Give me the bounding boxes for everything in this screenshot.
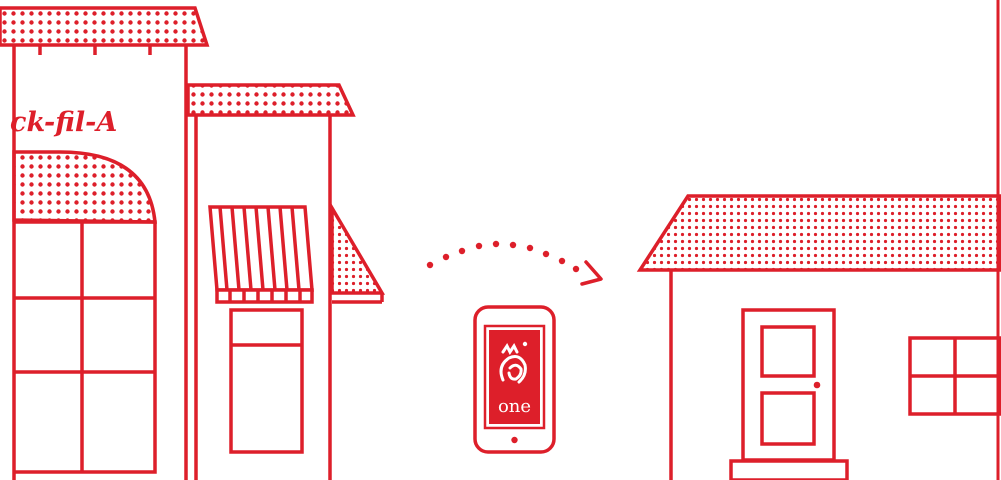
restaurant-tower: [0, 6, 210, 480]
dotted-arrow-icon: [426, 240, 603, 286]
app-label: one: [498, 396, 531, 417]
window-frame: [14, 220, 157, 474]
restaurant-sign: ck-fil-A: [10, 107, 117, 138]
annex-roof: [186, 83, 356, 117]
side-awning: [330, 201, 386, 295]
house: [636, 194, 1001, 480]
arched-window: [12, 150, 157, 474]
home-button: [511, 436, 518, 444]
house-door: [741, 308, 836, 462]
tower-roof: [0, 6, 210, 47]
door-knob: [813, 381, 821, 389]
phone: one: [473, 305, 556, 454]
arch-canopy: [12, 150, 157, 224]
door-step: [729, 459, 849, 480]
illustration: ck-fil-A one: [0, 0, 1001, 480]
restaurant-annex: [186, 83, 386, 480]
house-roof: [636, 194, 1001, 272]
annex-window: [229, 308, 304, 454]
